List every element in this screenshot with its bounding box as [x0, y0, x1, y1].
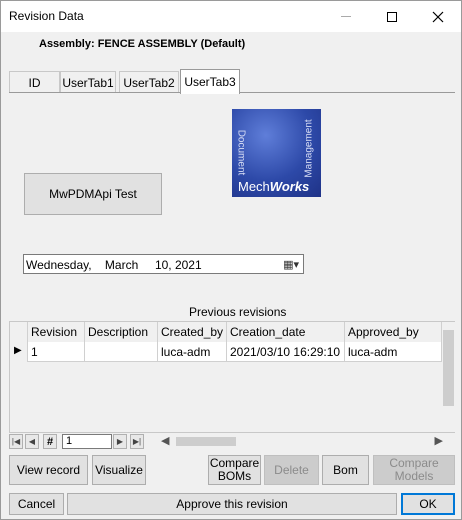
- table-row[interactable]: ▶ 1 luca-adm 2021/03/10 16:29:10 luca-ad…: [10, 342, 442, 362]
- date-picker[interactable]: Wednesday, March 10, 2021 ▦▾: [23, 254, 304, 274]
- row-header-corner: [10, 322, 28, 342]
- tab-id[interactable]: ID: [9, 71, 60, 93]
- column-header-revision[interactable]: Revision: [28, 322, 85, 342]
- column-header-created-by[interactable]: Created_by: [158, 322, 227, 342]
- minimize-icon: [341, 16, 351, 17]
- scroll-left-arrow-icon[interactable]: ◀: [161, 434, 169, 447]
- approve-revision-button[interactable]: Approve this revision: [67, 493, 397, 515]
- maximize-icon: [387, 11, 397, 22]
- calendar-dropdown-icon[interactable]: ▦▾: [283, 258, 299, 271]
- compare-models-label-2: Models: [394, 469, 434, 483]
- maximize-button[interactable]: [369, 1, 415, 32]
- visualize-button[interactable]: Visualize: [92, 455, 146, 485]
- cell-creation-date[interactable]: 2021/03/10 16:29:10: [227, 342, 345, 362]
- previous-revisions-label: Previous revisions: [189, 305, 287, 319]
- grid-header-row: Revision Description Created_by Creation…: [10, 322, 442, 342]
- ok-button[interactable]: OK: [401, 493, 455, 515]
- cell-revision[interactable]: 1: [28, 342, 85, 362]
- minimize-button[interactable]: [323, 1, 369, 32]
- previous-record-button[interactable]: ◀: [25, 434, 39, 449]
- vertical-scroll-thumb[interactable]: [443, 330, 454, 406]
- row-pointer-icon: ▶: [14, 345, 22, 356]
- horizontal-scroll-thumb[interactable]: [176, 437, 236, 446]
- first-record-button[interactable]: |◀: [9, 434, 23, 449]
- scroll-right-arrow-icon[interactable]: ▶: [435, 434, 443, 447]
- date-value: Wednesday, March 10, 2021: [26, 258, 202, 272]
- record-number-icon: #: [43, 434, 57, 449]
- close-icon: [432, 11, 444, 22]
- mechworks-logo: Document Management MechWorks: [232, 109, 321, 197]
- column-header-approved-by[interactable]: Approved_by: [345, 322, 442, 342]
- column-header-creation-date[interactable]: Creation_date: [227, 322, 345, 342]
- horizontal-scrollbar[interactable]: ◀ ▶: [161, 434, 443, 449]
- view-record-button[interactable]: View record: [9, 455, 88, 485]
- record-number-input[interactable]: 1: [62, 434, 112, 449]
- logo-brand: MechWorks: [238, 179, 310, 194]
- cell-approved-by[interactable]: luca-adm: [345, 342, 442, 362]
- column-header-description[interactable]: Description: [85, 322, 158, 342]
- revisions-grid[interactable]: Revision Description Created_by Creation…: [9, 321, 455, 433]
- logo-document-text: Document: [235, 129, 247, 176]
- compare-boms-label-2: BOMs: [217, 469, 252, 483]
- delete-button[interactable]: Delete: [264, 455, 319, 485]
- tab-usertab3[interactable]: UserTab3: [180, 69, 240, 94]
- compare-models-button[interactable]: Compare Models: [373, 455, 455, 485]
- compare-boms-button[interactable]: Compare BOMs: [208, 455, 261, 485]
- next-record-button[interactable]: ▶: [113, 434, 127, 449]
- cancel-button[interactable]: Cancel: [9, 493, 64, 515]
- title-bar: Revision Data: [1, 1, 461, 32]
- bom-button[interactable]: Bom: [322, 455, 369, 485]
- row-selector[interactable]: ▶: [10, 342, 28, 362]
- tab-usertab2[interactable]: UserTab2: [119, 71, 179, 93]
- window-title: Revision Data: [9, 9, 84, 23]
- cell-created-by[interactable]: luca-adm: [158, 342, 227, 362]
- cell-description[interactable]: [85, 342, 158, 362]
- revision-data-window: Revision Data Assembly: FENCE ASSEMBLY (…: [0, 0, 462, 520]
- logo-management-text: Management: [303, 119, 315, 178]
- last-record-button[interactable]: ▶|: [130, 434, 144, 449]
- vertical-scrollbar[interactable]: [442, 322, 455, 432]
- mwpdmapi-test-button[interactable]: MwPDMApi Test: [24, 173, 162, 215]
- close-button[interactable]: [415, 1, 461, 32]
- tab-usertab1[interactable]: UserTab1: [60, 71, 116, 93]
- assembly-label: Assembly: FENCE ASSEMBLY (Default): [39, 38, 246, 50]
